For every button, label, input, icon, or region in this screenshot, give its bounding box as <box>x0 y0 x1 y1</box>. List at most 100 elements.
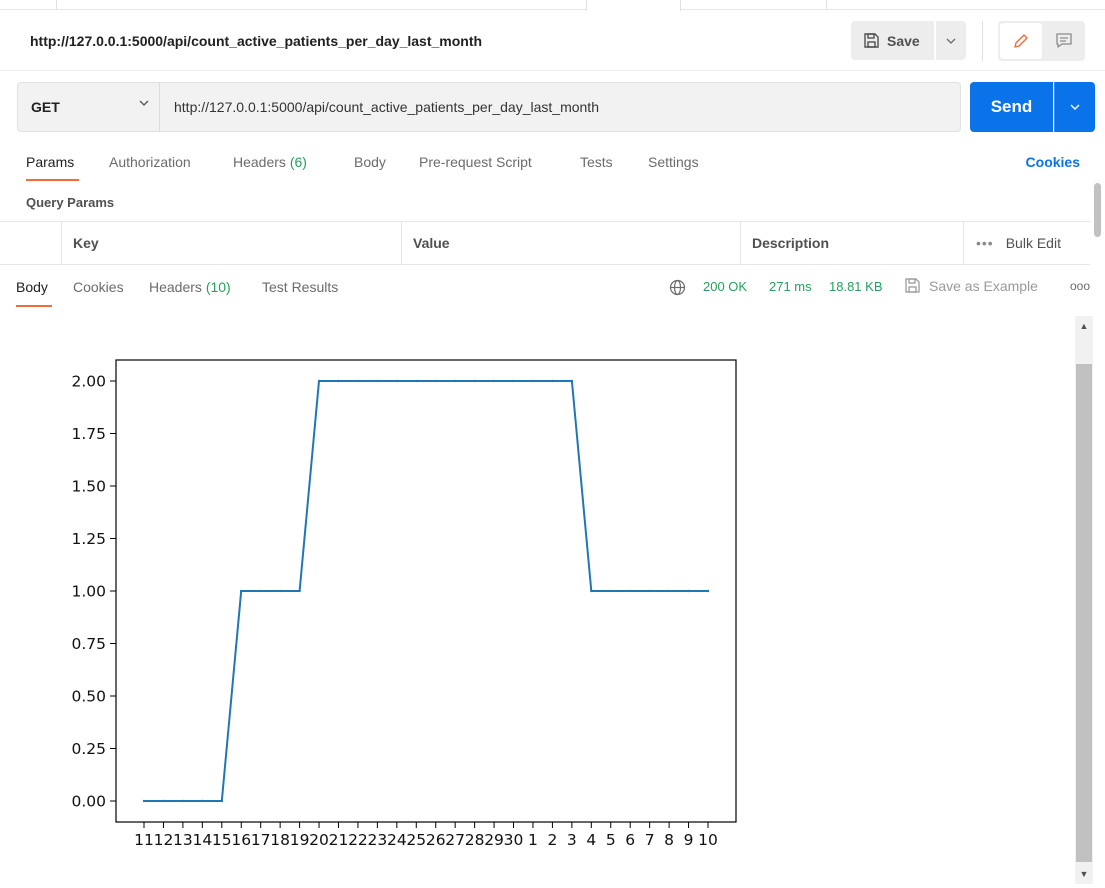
column-key: Key <box>61 222 401 265</box>
comment-icon <box>1055 33 1072 48</box>
save-as-example-button[interactable]: Save as Example <box>904 277 1038 294</box>
x-tick-label: 22 <box>348 831 368 849</box>
active-patients-chart: 0.000.250.500.751.001.251.501.752.0011 12… <box>71 359 737 849</box>
request-tabs: Params Authorization Headers (6) Body Pr… <box>0 145 1105 181</box>
tab-count: (10) <box>205 279 231 295</box>
data-point <box>512 379 515 383</box>
save-button[interactable]: Save <box>851 21 934 60</box>
y-tick-label: 1.25 <box>71 530 106 548</box>
scroll-up-arrow-icon[interactable]: ▲ <box>1075 316 1093 336</box>
x-tick-label: 1 <box>528 831 538 849</box>
y-tick-label: 0.00 <box>71 793 106 811</box>
tab-headers[interactable]: Headers (6) <box>233 154 307 170</box>
tab-label: Settings <box>648 154 699 170</box>
x-tick-label: 25 <box>406 831 426 849</box>
divider <box>982 21 983 61</box>
active-tab-indicator <box>16 305 52 307</box>
x-tick-label: 24 <box>387 831 407 849</box>
send-options-button[interactable] <box>1054 82 1095 132</box>
tab-authorization[interactable]: Authorization <box>109 154 191 170</box>
data-point <box>648 589 651 593</box>
tab-response-headers[interactable]: Headers (10) <box>149 279 231 295</box>
x-tick-label: 28 <box>465 831 485 849</box>
tab-test-results[interactable]: Test Results <box>262 279 338 295</box>
chevron-down-icon <box>1070 104 1080 110</box>
globe-icon[interactable] <box>669 279 686 296</box>
tab-label: Params <box>26 154 75 170</box>
x-tick-label: 9 <box>684 831 694 849</box>
x-tick-label: 3 <box>567 831 577 849</box>
x-tick-label: 20 <box>309 831 329 849</box>
send-button[interactable]: Send <box>970 82 1053 132</box>
save-options-button[interactable] <box>936 21 966 60</box>
data-point <box>317 379 321 383</box>
tab-label: Body <box>354 154 386 170</box>
save-icon <box>864 33 879 48</box>
url-input[interactable]: http://127.0.0.1:5000/api/count_active_p… <box>159 82 961 132</box>
y-tick-label: 1.00 <box>71 583 106 601</box>
tab-label: Headers <box>233 154 286 170</box>
data-point <box>570 379 574 383</box>
bulk-edit-label: Bulk Edit <box>1005 235 1061 251</box>
status-code[interactable]: 200 OK <box>703 279 747 294</box>
x-tick-label: 10 <box>698 831 718 849</box>
save-as-example-label: Save as Example <box>929 277 1038 294</box>
x-tick-label: 2 <box>547 831 557 849</box>
request-title[interactable]: http://127.0.0.1:5000/api/count_active_p… <box>30 33 482 49</box>
x-tick-label: 14 <box>192 831 212 849</box>
x-tick-label: 19 <box>290 831 310 849</box>
view-mode-toggle <box>998 21 1085 61</box>
data-point <box>220 799 223 803</box>
y-tick-label: 2.00 <box>71 373 106 391</box>
data-point <box>142 799 146 803</box>
scroll-down-arrow-icon[interactable]: ▼ <box>1075 864 1093 884</box>
tab-tests[interactable]: Tests <box>580 154 613 170</box>
request-header: http://127.0.0.1:5000/api/count_active_p… <box>0 11 1105 71</box>
x-tick-label: 27 <box>445 831 465 849</box>
response-time[interactable]: 271 ms <box>769 279 812 294</box>
column-description: Description <box>740 222 963 265</box>
chevron-down-icon <box>139 100 149 106</box>
chevron-down-icon <box>946 38 956 44</box>
data-point <box>706 589 710 593</box>
more-options-icon[interactable]: ooo <box>1070 279 1090 293</box>
data-point <box>609 589 612 593</box>
x-tick-label: 18 <box>270 831 290 849</box>
tab-pre-request-script[interactable]: Pre-request Script <box>419 154 532 170</box>
data-point <box>298 589 301 593</box>
cookies-link[interactable]: Cookies <box>1026 154 1080 170</box>
request-scrollbar[interactable] <box>1094 183 1101 237</box>
bulk-edit-button[interactable]: ••• Bulk Edit <box>976 222 1061 265</box>
data-point <box>551 379 554 383</box>
tab-label: Body <box>16 279 48 295</box>
data-point <box>590 589 593 593</box>
x-tick-label: 15 <box>212 831 232 849</box>
tab-label: Cookies <box>73 279 124 295</box>
tab-settings[interactable]: Settings <box>648 154 699 170</box>
tab-params[interactable]: Params <box>26 154 74 170</box>
x-tick-label: 11 <box>134 831 154 849</box>
x-tick-label: 5 <box>606 831 616 849</box>
data-point <box>376 379 379 383</box>
comments-button[interactable] <box>1044 23 1083 59</box>
tab-label: Headers <box>149 279 202 295</box>
x-tick-label: 30 <box>504 831 524 849</box>
active-tab[interactable] <box>586 0 681 11</box>
save-label: Save <box>887 32 920 49</box>
data-point <box>434 379 437 383</box>
response-tabs: Body Cookies Headers (10) Test Results 2… <box>0 270 1105 308</box>
response-size[interactable]: 18.81 KB <box>829 279 883 294</box>
tab-response-cookies[interactable]: Cookies <box>73 279 124 295</box>
data-point <box>181 799 185 803</box>
response-scrollbar-thumb[interactable] <box>1076 364 1092 862</box>
tab-label: Authorization <box>109 154 191 170</box>
column-value: Value <box>401 222 740 265</box>
tab-body[interactable]: Body <box>354 154 386 170</box>
x-tick-label: 23 <box>368 831 388 849</box>
x-tick-label: 29 <box>484 831 504 849</box>
tab-response-body[interactable]: Body <box>16 279 48 295</box>
x-tick-label: 8 <box>664 831 674 849</box>
method-select[interactable]: GET <box>17 82 160 132</box>
edit-mode-button[interactable] <box>1000 23 1042 59</box>
data-point <box>629 589 632 593</box>
